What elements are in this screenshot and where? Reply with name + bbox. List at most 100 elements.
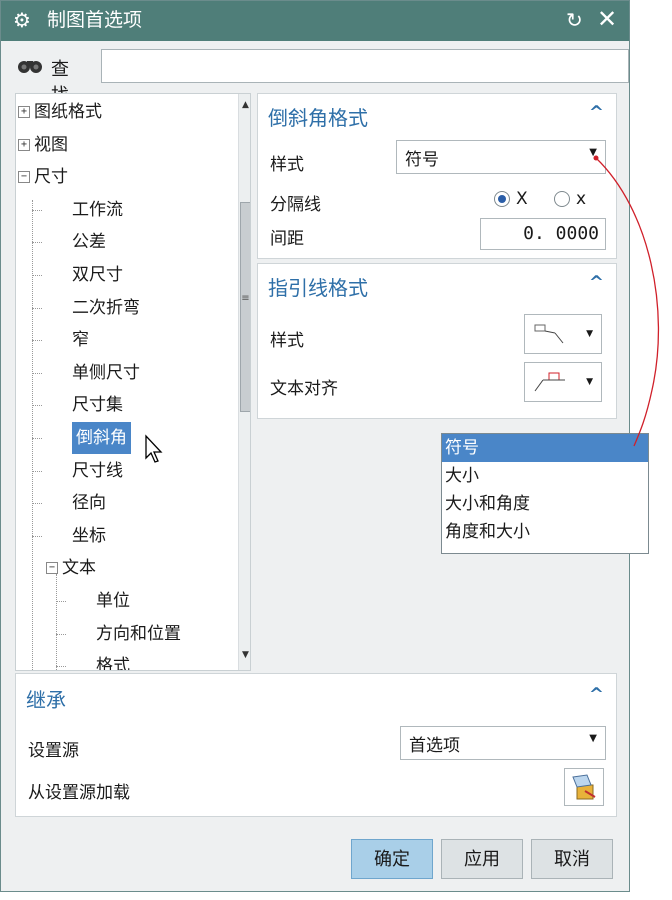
collapse-minus-icon[interactable]: − (46, 562, 58, 575)
text-align-icon (534, 372, 565, 392)
tree-connector (32, 340, 42, 342)
tree-item-label: 二次折弯 (72, 297, 140, 318)
load-settings-icon (572, 774, 596, 800)
leader-format-panel: 指引线格式 ^ 样式 ▼ 文本对齐 ▼ (257, 263, 617, 419)
tree-connector (32, 307, 42, 309)
collapse-chevron-icon[interactable]: ^ (589, 102, 604, 123)
separator-radio-upper[interactable] (494, 191, 510, 207)
title-bar: ⚙ 制图首选项 ↻ ✕ (1, 1, 629, 41)
binoculars-icon-svg (18, 61, 42, 73)
tree-item[interactable]: − 尺寸 (16, 161, 236, 193)
tree-connector (32, 470, 42, 472)
tree-item-label: 单位 (96, 591, 130, 611)
separator-radio-upper-label: X (516, 189, 528, 209)
tree-connector (56, 601, 66, 602)
separator-radio-lower-label: x (576, 189, 587, 209)
tree-item-label: 双尺寸 (72, 265, 123, 285)
tree-connector (32, 535, 42, 537)
tree-connector (32, 242, 42, 244)
tree-item-label: 文本 (62, 558, 96, 579)
tree-item-label: 径向 (72, 493, 106, 514)
settings-source-value: 首选项 (409, 736, 460, 756)
tree-item[interactable]: + 图纸格式 (16, 96, 236, 128)
preferences-tree: ▲ ≡ ▼ + 图纸格式 + 视图 − 尺寸 工作流 公差 双尺寸 二次折弯窄单侧尺寸 尺寸集 倒斜角… (15, 93, 251, 671)
tree-item[interactable]: 工作流 (16, 194, 236, 226)
tree-item[interactable]: 单侧尺寸 (16, 357, 236, 389)
tree-item[interactable]: − 文本 (16, 552, 236, 584)
tree-item-label: 尺寸线 (72, 460, 123, 481)
tree-item[interactable]: 倒斜角 (16, 422, 236, 454)
tree-item[interactable]: 尺寸集 (16, 389, 236, 421)
tree-connector (56, 574, 57, 670)
gear-icon: ⚙ (13, 8, 31, 32)
tree-item[interactable]: 二次折弯 (16, 292, 236, 324)
tree-item[interactable]: 格式 (16, 650, 236, 671)
chamfer-style-label: 样式 (270, 155, 304, 175)
separator-radio-lower[interactable] (554, 191, 570, 207)
load-from-source-label: 从设置源加载 (28, 783, 130, 803)
tree-item[interactable]: 方向和位置 (16, 618, 236, 650)
chamfer-style-value: 符号 (405, 150, 439, 170)
tree-connector (56, 633, 66, 635)
apply-button[interactable]: 应用 (441, 839, 523, 879)
tree-item[interactable]: 双尺寸 (16, 259, 236, 291)
chamfer-format-title: 倒斜角格式 (268, 106, 368, 130)
tree-item[interactable]: 单位 (16, 585, 236, 617)
tree-connector (56, 666, 66, 668)
tree-item-label: 公差 (72, 232, 106, 253)
tree-item-label: 图纸格式 (34, 102, 102, 122)
scroll-thumb[interactable]: ≡ (240, 202, 250, 412)
tree-item-label: 格式 (96, 656, 130, 671)
tree-item-label: 方向和位置 (96, 623, 181, 644)
dropdown-option[interactable]: 大小 (442, 462, 648, 490)
tree-item[interactable]: 尺寸线 (16, 455, 236, 487)
mouse-cursor-icon (145, 434, 163, 463)
leader-format-title: 指引线格式 (268, 276, 368, 300)
tree-item-label: 坐标 (72, 525, 106, 546)
expand-plus-icon[interactable]: + (18, 138, 30, 151)
cancel-button[interactable]: 取消 (531, 839, 613, 879)
tree-item-label: 倒斜角 (72, 422, 131, 454)
chamfer-style-select[interactable]: 符号 ▼ (396, 140, 606, 174)
close-icon[interactable]: ✕ (597, 5, 617, 33)
scroll-down-arrow-icon[interactable]: ▼ (239, 650, 250, 660)
grip-icon: ≡ (241, 293, 250, 304)
expand-plus-icon[interactable]: + (18, 106, 30, 118)
load-from-source-button[interactable] (564, 768, 604, 806)
tree-item-label: 窄 (72, 330, 89, 351)
tree-item[interactable]: + 视图 (16, 129, 236, 161)
settings-source-select[interactable]: 首选项 ▼ (400, 726, 606, 760)
leader-style-icon (534, 324, 564, 344)
settings-source-label: 设置源 (28, 741, 79, 761)
tree-item-label: 尺寸集 (72, 395, 123, 416)
tree-connector (32, 503, 42, 505)
tree-item-label: 工作流 (72, 199, 123, 220)
tree-item[interactable]: 坐标 (16, 520, 236, 552)
tree-scrollbar[interactable]: ▲ ≡ ▼ (238, 94, 250, 670)
text-align-label: 文本对齐 (270, 379, 338, 399)
collapse-chevron-icon[interactable]: ^ (589, 684, 604, 705)
tree-item[interactable]: 窄 (16, 324, 236, 356)
search-input[interactable] (101, 49, 629, 83)
separator-label: 分隔线 (270, 195, 321, 215)
tree-item-label: 尺寸 (34, 167, 68, 188)
tree-connector (32, 405, 42, 407)
ok-button[interactable]: 确定 (351, 839, 433, 879)
collapse-minus-icon[interactable]: − (18, 171, 30, 184)
binoculars-icon (15, 55, 45, 80)
tree-connector (32, 200, 33, 670)
dropdown-option[interactable]: 大小和角度 (442, 490, 648, 518)
reset-icon[interactable]: ↻ (566, 8, 583, 32)
window-title: 制图首选项 (47, 9, 143, 31)
tree-connector (32, 209, 42, 211)
tree-item[interactable]: 径向 (16, 487, 236, 519)
chamfer-style-dropdown: 符号 大小 大小和角度 角度和大小 (441, 433, 649, 554)
dropdown-option[interactable]: 角度和大小 (442, 518, 648, 546)
tree-connector (32, 372, 42, 374)
scroll-up-arrow-icon[interactable]: ▲ (239, 100, 250, 110)
chevron-down-icon: ▼ (589, 733, 597, 744)
spacing-input[interactable]: 0. 0000 (480, 218, 606, 250)
tree-item-label: 视图 (34, 134, 68, 155)
tree-item[interactable]: 公差 (16, 226, 236, 258)
leader-style-label: 样式 (270, 331, 304, 351)
